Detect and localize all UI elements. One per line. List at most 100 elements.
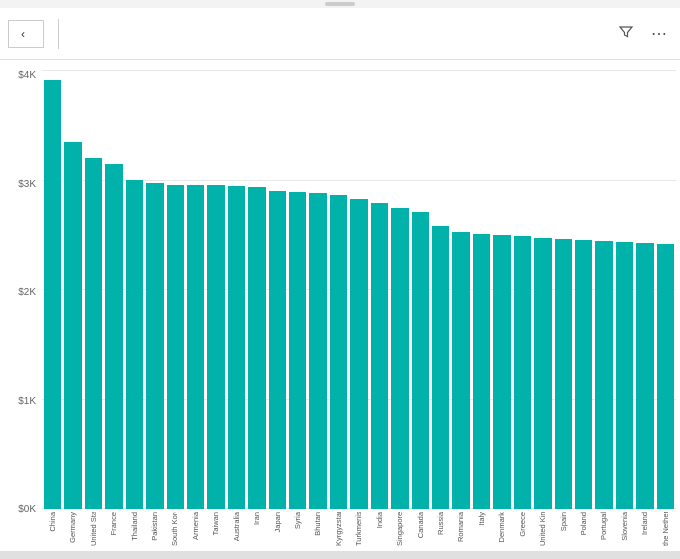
x-label-col: Poland bbox=[575, 512, 592, 535]
bar bbox=[167, 185, 184, 509]
x-label-col: Armenia bbox=[187, 512, 204, 540]
header-divider bbox=[58, 19, 59, 49]
x-label-col: Taiwan bbox=[207, 512, 224, 535]
bar-col[interactable] bbox=[85, 70, 102, 509]
x-label-col: United States bbox=[85, 512, 102, 546]
header: ‹ ⋯ bbox=[0, 8, 680, 60]
bar-col[interactable] bbox=[126, 70, 143, 509]
bar bbox=[309, 193, 326, 509]
x-label-col: Ireland bbox=[636, 512, 653, 535]
bar-col[interactable] bbox=[432, 70, 449, 509]
x-label-col: Russia bbox=[432, 512, 449, 535]
filter-icon bbox=[619, 25, 633, 39]
y-axis: $0K$1K$2K$3K$4K bbox=[0, 70, 42, 515]
bar-col[interactable] bbox=[269, 70, 286, 509]
bar-col[interactable] bbox=[575, 70, 592, 509]
bar bbox=[85, 158, 102, 509]
bar bbox=[657, 244, 674, 509]
bar-col[interactable] bbox=[167, 70, 184, 509]
bar-col[interactable] bbox=[289, 70, 306, 509]
x-label-col: Iran bbox=[248, 512, 265, 525]
y-axis-label: $0K bbox=[18, 504, 36, 515]
bar bbox=[105, 164, 122, 509]
bar-col[interactable] bbox=[473, 70, 490, 509]
x-axis-label: Romania bbox=[457, 512, 465, 542]
bar-col[interactable] bbox=[105, 70, 122, 509]
bar bbox=[350, 199, 367, 509]
bar-col[interactable] bbox=[657, 70, 674, 509]
bar-col[interactable] bbox=[493, 70, 510, 509]
back-button[interactable]: ‹ bbox=[8, 20, 44, 48]
x-label-col: Portugal bbox=[595, 512, 612, 540]
bar-col[interactable] bbox=[412, 70, 429, 509]
bar bbox=[248, 187, 265, 509]
bar-col[interactable] bbox=[207, 70, 224, 509]
more-button[interactable]: ⋯ bbox=[647, 20, 672, 48]
bottom-scrollbar[interactable] bbox=[0, 551, 680, 559]
x-axis-label: India bbox=[376, 512, 384, 528]
x-axis-label: Slovenia bbox=[621, 512, 629, 541]
bar bbox=[412, 212, 429, 509]
bar bbox=[330, 195, 347, 509]
bar-col[interactable] bbox=[452, 70, 469, 509]
x-axis-label: France bbox=[110, 512, 118, 535]
x-label-col: United Kingdom bbox=[534, 512, 551, 546]
x-axis-label: Singapore bbox=[396, 512, 404, 546]
bar-col[interactable] bbox=[371, 70, 388, 509]
x-label-col: Singapore bbox=[391, 512, 408, 546]
header-left: ‹ bbox=[8, 19, 81, 49]
bar-col[interactable] bbox=[44, 70, 61, 509]
drag-handle bbox=[325, 2, 355, 6]
bar bbox=[534, 238, 551, 509]
bar-col[interactable] bbox=[514, 70, 531, 509]
chart-plot bbox=[42, 70, 676, 509]
bar-col[interactable] bbox=[616, 70, 633, 509]
x-label-col: Spain bbox=[555, 512, 572, 531]
x-axis-label: Turkmenistan bbox=[355, 512, 363, 546]
filter-button[interactable] bbox=[615, 21, 637, 46]
bar-col[interactable] bbox=[391, 70, 408, 509]
x-axis-label: Poland bbox=[580, 512, 588, 535]
bar bbox=[44, 80, 61, 509]
bar bbox=[514, 236, 531, 509]
bar-col[interactable] bbox=[146, 70, 163, 509]
bar-col[interactable] bbox=[309, 70, 326, 509]
bar-col[interactable] bbox=[228, 70, 245, 509]
header-right: ⋯ bbox=[615, 20, 672, 48]
x-axis-label: Germany bbox=[69, 512, 77, 543]
bar-col[interactable] bbox=[595, 70, 612, 509]
bar bbox=[555, 239, 572, 509]
bar-col[interactable] bbox=[64, 70, 81, 509]
bar bbox=[636, 243, 653, 509]
bar bbox=[616, 242, 633, 509]
x-axis-label: Spain bbox=[560, 512, 568, 531]
x-axis-label: Portugal bbox=[600, 512, 608, 540]
bar-col[interactable] bbox=[187, 70, 204, 509]
bar-col[interactable] bbox=[636, 70, 653, 509]
x-label-col: Kyrgyzstan bbox=[330, 512, 347, 546]
x-label-col: Japan bbox=[269, 512, 286, 532]
x-axis-label: Australia bbox=[233, 512, 241, 541]
x-axis-label: Pakistan bbox=[151, 512, 159, 541]
bar-col[interactable] bbox=[350, 70, 367, 509]
x-label-col: France bbox=[105, 512, 122, 535]
x-axis-label: Russia bbox=[437, 512, 445, 535]
x-axis-label: Italy bbox=[478, 512, 486, 526]
bar bbox=[126, 180, 143, 509]
x-axis-label: Canada bbox=[417, 512, 425, 538]
x-label-col: Romania bbox=[452, 512, 469, 542]
bar-col[interactable] bbox=[248, 70, 265, 509]
bar-col[interactable] bbox=[555, 70, 572, 509]
x-axis-label: Japan bbox=[274, 512, 282, 532]
x-label-col: Turkmenistan bbox=[350, 512, 367, 546]
bar bbox=[146, 183, 163, 509]
x-label-col: Pakistan bbox=[146, 512, 163, 541]
chevron-left-icon: ‹ bbox=[21, 27, 25, 41]
x-label-col: the Netherlands bbox=[657, 512, 674, 546]
top-bar bbox=[0, 0, 680, 8]
bar-col[interactable] bbox=[534, 70, 551, 509]
x-label-col: Germany bbox=[64, 512, 81, 543]
bar-col[interactable] bbox=[330, 70, 347, 509]
ellipsis-icon: ⋯ bbox=[651, 26, 668, 43]
x-axis-label: Denmark bbox=[498, 512, 506, 542]
